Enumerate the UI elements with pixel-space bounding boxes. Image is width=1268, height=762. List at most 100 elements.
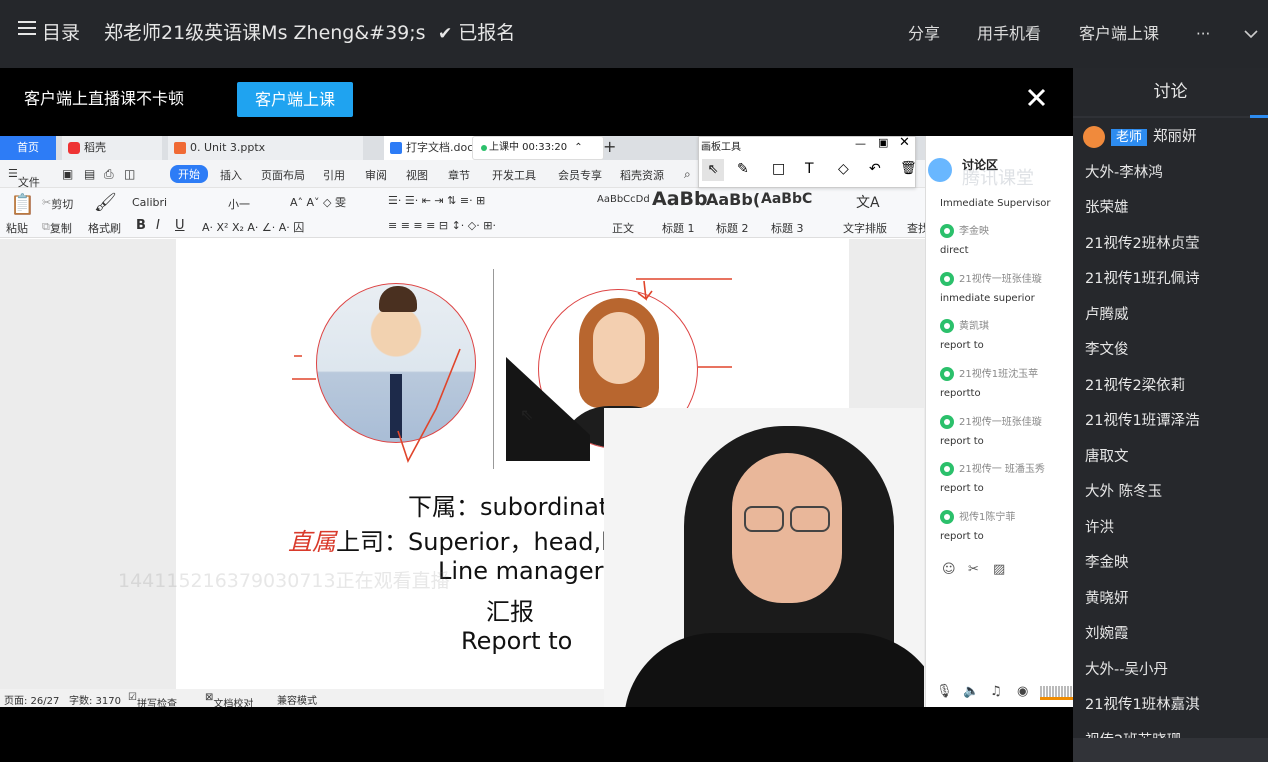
underline-icon[interactable]: U (175, 218, 185, 233)
menu-reference[interactable]: 引用 (323, 167, 345, 183)
member-item[interactable]: 唐取文 (1073, 440, 1268, 476)
preview-icon[interactable]: ◫ (124, 167, 135, 181)
phone-watch-button[interactable]: 用手机看 (977, 23, 1041, 45)
paste-label[interactable]: 粘贴 (6, 220, 28, 236)
member-item[interactable]: 大外 陈冬玉 (1073, 475, 1268, 511)
mic-icon[interactable]: 🎙 (936, 684, 953, 699)
menu-chapter[interactable]: 章节 (448, 167, 470, 183)
menu-start[interactable]: 开始 (170, 165, 208, 183)
tab-doc[interactable]: 打字文档.doc (384, 136, 484, 160)
text-effects-icons[interactable]: A· X² X₂ A· ∠· A· 囚 (202, 219, 304, 235)
text-layout-icon[interactable]: 文A (856, 192, 880, 212)
share-button[interactable]: 分享 (908, 23, 940, 45)
italic-icon[interactable]: I (156, 218, 160, 233)
chat-sender: 21视传一 班潘玉秀 (940, 460, 1045, 476)
copy-button[interactable]: ⧉ 复制 (42, 220, 72, 235)
rect-tool-icon[interactable]: □ (772, 161, 785, 177)
member-item[interactable]: 21视传2梁依莉 (1073, 369, 1268, 405)
menu-resources[interactable]: 稻壳资源 (620, 167, 664, 183)
member-item[interactable]: 21视传2班林贞莹 (1073, 227, 1268, 263)
speaker-icon[interactable]: 🔈 (963, 684, 979, 699)
member-item[interactable]: 21视传1班谭泽浩 (1073, 404, 1268, 440)
member-teacher[interactable]: 老师 郑丽妍 (1073, 120, 1268, 156)
member-item[interactable]: 刘婉霞 (1073, 617, 1268, 653)
emoji-icon[interactable]: ☺ (942, 562, 956, 577)
chat-sender: 李金映 (940, 222, 989, 238)
style-heading2[interactable]: AaBb( (706, 190, 760, 209)
pptx-icon (174, 142, 186, 154)
camera-icon[interactable]: ◉ (1017, 684, 1028, 699)
cut-button[interactable]: ✂ 剪切 (42, 196, 73, 211)
style-normal-label: 正文 (612, 222, 634, 235)
bold-icon[interactable]: B (136, 218, 146, 233)
undo-tool-icon[interactable]: ↶ (869, 161, 881, 177)
member-item[interactable]: 李金映 (1073, 546, 1268, 582)
print-icon[interactable]: ⎙ (104, 167, 114, 182)
menu-file[interactable]: ☰ 文件 (8, 167, 40, 189)
style-heading3[interactable]: AaBbC (761, 191, 812, 207)
member-item[interactable]: 张荣雄 (1073, 191, 1268, 227)
member-item[interactable]: 卢腾威 (1073, 298, 1268, 334)
chevron-down-icon[interactable] (1244, 23, 1258, 45)
music-icon[interactable]: ♫ (990, 684, 1002, 699)
scissors-icon[interactable]: ✂ (968, 562, 979, 577)
align-icons[interactable]: ≡ ≡ ≡ ≡ ⊟ ↕· ◇· ⊞· (388, 219, 496, 232)
eraser-tool-icon[interactable]: ◇ (838, 161, 849, 177)
daoke-icon (68, 142, 80, 154)
tab-daoke[interactable]: 稻壳 (62, 136, 162, 160)
more-button[interactable]: ··· (1196, 23, 1210, 45)
menu-review[interactable]: 审阅 (365, 167, 387, 183)
status-proof[interactable]: ⊠ 文档校对 (205, 692, 253, 707)
member-item[interactable]: 许洪 (1073, 511, 1268, 547)
close-icon[interactable] (1027, 88, 1046, 111)
tab-doc-label: 打字文档.doc (406, 141, 474, 154)
menu-button[interactable]: 目录 (18, 20, 80, 46)
minimize-icon[interactable]: — (855, 137, 866, 150)
member-item[interactable]: 李文俊 (1073, 333, 1268, 369)
brush-icon[interactable]: 🖌 (94, 192, 117, 213)
teacher-badge: 老师 (1111, 129, 1148, 146)
menu-devtools[interactable]: 开发工具 (492, 167, 536, 183)
restore-icon[interactable]: ▣ (878, 136, 888, 149)
sidebar-input-area[interactable] (1073, 738, 1268, 762)
member-item[interactable]: 黄晓妍 (1073, 582, 1268, 618)
discussion-tab[interactable]: 讨论 (1073, 68, 1268, 118)
font-size-grow-icon[interactable]: A˄ A˅ ◇ 雯 (290, 194, 346, 210)
video-bottom-area (0, 707, 1073, 762)
member-item[interactable]: 大外-李林鸿 (1073, 156, 1268, 192)
status-spell[interactable]: ☑ 拼写检查 (128, 692, 177, 707)
client-class-button[interactable]: 客户端上课 (1079, 23, 1159, 45)
paste-icon[interactable]: 📋 (10, 192, 35, 216)
menu-layout[interactable]: 页面布局 (261, 167, 305, 183)
trash-tool-icon[interactable]: 🗑 (900, 161, 917, 176)
member-item[interactable]: 21视传1班孔佩诗 (1073, 262, 1268, 298)
pen-tool-icon[interactable]: ✎ (737, 161, 749, 177)
tab-pptx[interactable]: 0. Unit 3.pptx (168, 136, 363, 160)
list-icons[interactable]: ☰· ☰· ⇤ ⇥ ⇅ ≡· ⊞ (388, 194, 485, 207)
font-size-select[interactable]: 小一 (228, 196, 250, 212)
style-normal[interactable]: AaBbCcDd (597, 194, 650, 205)
chat-sender-name: 视传1陈宁菲 (959, 512, 1016, 523)
menu-insert[interactable]: 插入 (220, 167, 242, 183)
member-item[interactable]: 大外--吴小丹 (1073, 653, 1268, 689)
banner-client-button[interactable]: 客户端上课 (237, 82, 353, 117)
text-layout-label[interactable]: 文字排版 (843, 220, 887, 236)
close-draw-icon[interactable]: ✕ (899, 136, 910, 150)
menu-member[interactable]: 会员专享 (558, 167, 602, 183)
save-icon[interactable]: ▣ (62, 167, 73, 181)
format-painter-label[interactable]: 格式刷 (88, 220, 121, 236)
member-item[interactable]: 21视传1班林嘉淇 (1073, 688, 1268, 724)
export-icon[interactable]: ▤ (84, 167, 95, 181)
hamburger-icon (18, 16, 36, 42)
live-status-pill[interactable]: 上课中 00:33:20 ⌃ (472, 136, 604, 160)
menu-view[interactable]: 视图 (406, 167, 428, 183)
text-tool-icon[interactable]: T (805, 161, 814, 177)
new-tab-icon[interactable]: + (603, 137, 616, 156)
tab-home[interactable]: 首页 (0, 136, 56, 160)
search-icon[interactable]: ⌕ (684, 167, 691, 182)
image-icon[interactable]: ▨ (993, 562, 1005, 577)
select-tool-icon[interactable]: ⇖ (702, 159, 724, 181)
teacher-name: 郑丽妍 (1153, 129, 1197, 145)
style-heading1[interactable]: AaBb (652, 188, 708, 210)
font-name-select[interactable]: Calibri (132, 196, 212, 209)
